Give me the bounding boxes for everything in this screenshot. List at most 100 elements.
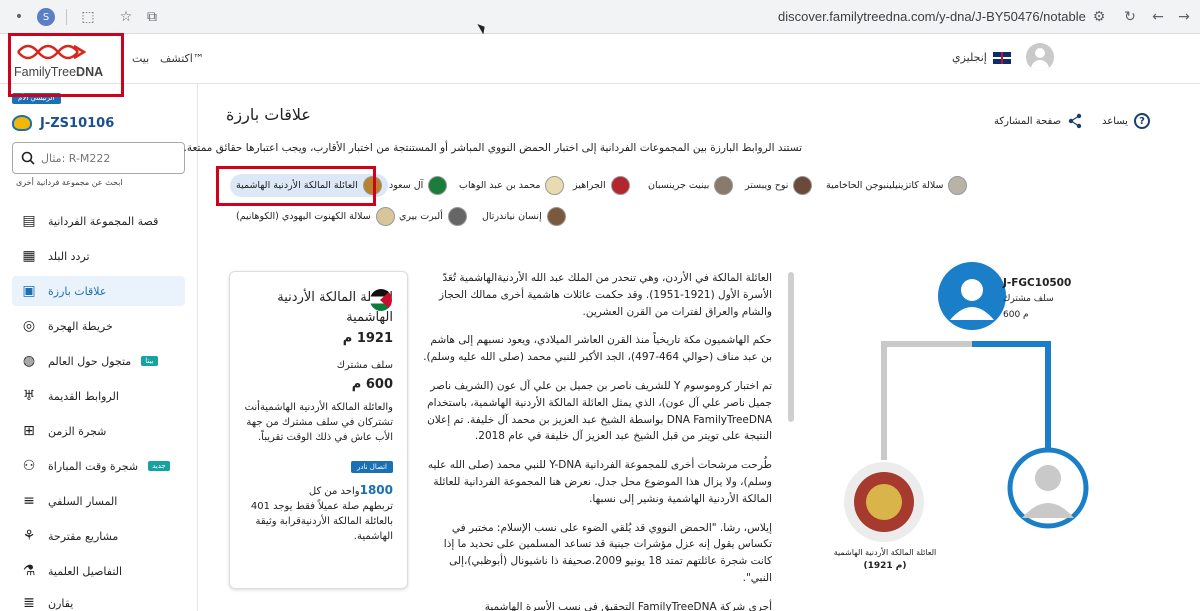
share-page-button[interactable]: صفحة المشاركة (994, 113, 1083, 129)
toolbar-divider (66, 9, 67, 25)
chip-webster[interactable]: نوح ويبستر (739, 174, 818, 197)
help-button[interactable]: يساعد ? (1102, 113, 1150, 129)
card-stat: 1800واحد من كل (308, 483, 393, 497)
ancestor-name: J-FGC10500 (1003, 277, 1072, 289)
sidebar-item-path[interactable]: ≡ المسار السلفي (12, 486, 185, 516)
article-paragraph: أجرى شركة FamilyTreeDNA التحقيق في نسب ا… (484, 600, 772, 611)
haplogroup-label: J-ZS10106 (40, 115, 115, 131)
compare-icon: ≣ (23, 595, 35, 611)
ancient-icon: ♅ (22, 388, 36, 404)
article-text: العائلة المالكة في الأردن، وهي تنحدر من … (420, 270, 772, 611)
portrait-icon (948, 176, 968, 195)
jordan-flag-icon (370, 289, 392, 311)
back-icon[interactable]: ← (1148, 7, 1168, 27)
chip-jarahiz[interactable]: الجراهيز (567, 174, 636, 197)
lineage-tree (844, 262, 1089, 542)
globe-icon: ◍ (22, 353, 36, 369)
notable-icon: ▣ (22, 283, 36, 299)
portrait-icon (714, 176, 734, 195)
haplogroup-icon (12, 115, 32, 131)
reload-icon[interactable]: ↻ (1120, 7, 1140, 27)
address-bar[interactable]: discover.familytreedna.com/y-dna/J-BY504… (778, 9, 1086, 24)
logo-text[interactable]: FamilyTreeDNA (14, 65, 103, 79)
projects-icon: ⚘ (22, 528, 36, 544)
chip-highlight-box (216, 166, 376, 206)
dot-icon[interactable]: • (9, 7, 29, 27)
user-avatar[interactable] (1026, 43, 1054, 71)
chip-abdul-wahhab[interactable]: محمد بن عبد الوهاب (453, 174, 570, 197)
sidebar-item-country[interactable]: ▦ تردد البلد (12, 241, 185, 271)
search-input[interactable] (41, 151, 171, 165)
chip-al-saud[interactable]: آل سعود (383, 174, 453, 197)
jordan-royal-label: العائلة المالكة الأردنية الهاشمية (833, 548, 937, 557)
star-icon[interactable]: ☆ (116, 7, 136, 27)
sidebar-item-match-tree[interactable]: ⚇ شجرة وقت المباراة جديد (12, 451, 185, 481)
current-haplogroup: J-ZS10106 (12, 115, 114, 131)
profile-avatar[interactable]: S (37, 8, 55, 26)
forward-icon[interactable]: → (1174, 7, 1194, 27)
sidebar-item-projects[interactable]: ⚘ مشاريع مقترحة (12, 521, 185, 551)
article-paragraph: العائلة المالكة في الأردن، وهي تنحدر من … (439, 272, 772, 318)
browser-toolbar: • S ⬚ ☆ ⧉ discover.familytreedna.com/y-d… (0, 0, 1200, 34)
translate-icon[interactable]: ⧉ (142, 7, 162, 27)
map-icon: ▦ (22, 248, 36, 264)
calligraphy-icon (545, 176, 565, 195)
chip-katzenellenbogen[interactable]: سلالة كاتزينيلينبوجن الحاخامية (820, 174, 973, 197)
chip-albert-perry[interactable]: ألبرت بيري (393, 205, 473, 228)
card-text: والعائلة المالكة الأردنية الهاشميةأنت تش… (244, 402, 393, 443)
saudi-emblem-icon (428, 176, 448, 195)
search-hint: ابحث عن مجموعة فردانية أخرى (16, 178, 123, 187)
ancestor-label: سلف مشترك (1003, 294, 1054, 304)
common-ancestor-value: 600 م (351, 377, 393, 392)
language-selector[interactable]: إنجليزي (952, 51, 1011, 64)
card-year: 1921 م (342, 331, 393, 346)
article-paragraph: تم اختبار كروموسوم Y للشريف ناصر بن جميل… (427, 379, 772, 443)
flag-icon (610, 176, 630, 195)
book-icon: ▤ (22, 213, 36, 229)
card-stat-text: تربطهم صلة عميلاً فقط يوجد 401 بالعائلة … (250, 501, 393, 542)
help-label: يساعد (1102, 115, 1128, 127)
chip-cohanim[interactable]: سلالة الكهنوت اليهودي (الكوهانيم) (230, 205, 401, 228)
article-scrollbar[interactable] (788, 272, 794, 422)
article-paragraph: إيلاس، رشا. "الحمض النووي قد يُلقي الضوء… (443, 521, 772, 584)
chip-neanderthal[interactable]: إنسان نياندرتال (476, 205, 572, 228)
common-ancestor-label: سلف مشترك (336, 360, 393, 371)
uk-flag-icon (992, 51, 1011, 64)
ancestor-age: 600 م (1003, 310, 1029, 320)
summary-card: العائلة المالكة الأردنية الهاشمية 1921 م… (229, 271, 408, 589)
sidebar-item-compare[interactable]: ≣ يقارن (12, 588, 185, 611)
microscope-icon: ⚗ (22, 563, 36, 579)
chip-greenspan[interactable]: بينيت جرينسبان (642, 174, 739, 197)
language-label: إنجليزي (952, 51, 987, 64)
portrait-icon (793, 176, 813, 195)
haplogroup-search[interactable] (12, 142, 185, 174)
sidebar-item-time-tree[interactable]: ⊞ شجرة الزمن (12, 416, 185, 446)
sidebar-item-migration[interactable]: ◎ خريطة الهجرة (12, 311, 185, 341)
question-icon: ? (1133, 113, 1150, 129)
share-icon (1068, 113, 1082, 129)
nav-home[interactable]: بيت (132, 52, 149, 65)
site-settings-icon[interactable]: ⚙ (1089, 7, 1109, 27)
emblem-icon (375, 207, 395, 226)
page-title: علاقات بارزة (226, 105, 311, 124)
sidebar-item-notable[interactable]: ▣ علاقات بارزة (12, 276, 185, 306)
time-tree-icon: ⊞ (23, 423, 35, 439)
new-tag: جديد (148, 461, 170, 471)
helix-logo-icon[interactable] (16, 40, 86, 64)
sidebar-item-ancient[interactable]: ♅ الروابط القديمة (12, 381, 185, 411)
path-icon: ≡ (23, 493, 35, 509)
people-icon: ⚇ (22, 458, 36, 474)
compass-icon: ◎ (22, 318, 36, 334)
sidebar-item-story[interactable]: ▤ قصة المجموعة الفردانية (12, 206, 185, 236)
beta-tag: بيتا (141, 356, 158, 366)
search-icon (21, 151, 35, 165)
portrait-icon (546, 207, 566, 226)
nav-explore[interactable]: اكتشف™ (160, 52, 204, 65)
extension-icon[interactable]: ⬚ (78, 7, 98, 27)
rare-connection-badge: اتصال نادر (351, 461, 393, 473)
jordan-royal-year: (1921 م) (863, 561, 907, 571)
sidebar-item-scientific[interactable]: ⚗ التفاصيل العلمية (12, 556, 185, 586)
page-description: تستند الروابط البارزة بين المجموعات الفر… (183, 142, 803, 154)
sidebar-item-globetrekker[interactable]: ◍ متجول حول العالم بيتا (12, 346, 185, 376)
stat-number: 1800 (359, 483, 393, 497)
